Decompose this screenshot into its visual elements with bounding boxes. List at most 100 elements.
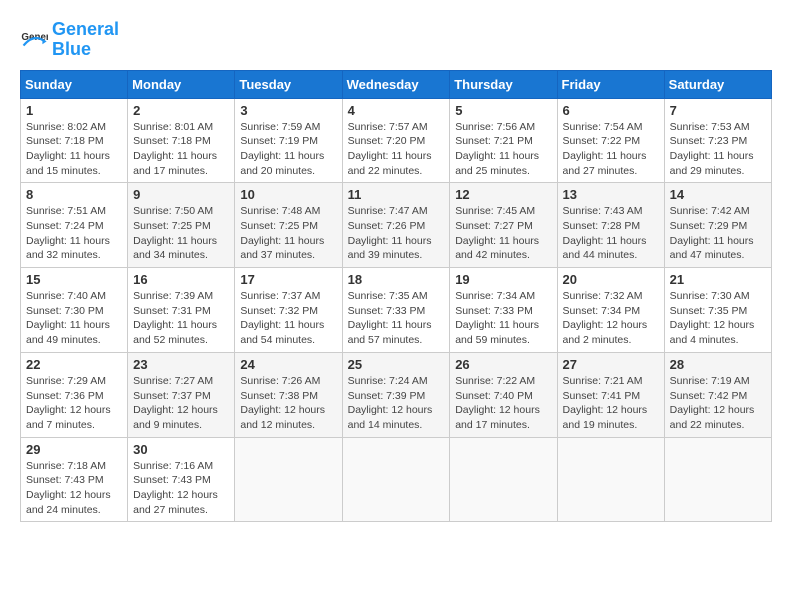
calendar-cell: 28 Sunrise: 7:19 AMSunset: 7:42 PMDaylig… — [664, 352, 771, 437]
day-number: 23 — [133, 357, 229, 372]
day-info: Sunrise: 7:53 AMSunset: 7:23 PMDaylight:… — [670, 120, 766, 179]
calendar-cell — [235, 437, 342, 522]
day-info: Sunrise: 7:32 AMSunset: 7:34 PMDaylight:… — [563, 289, 659, 348]
day-info: Sunrise: 7:16 AMSunset: 7:43 PMDaylight:… — [133, 459, 229, 518]
day-number: 24 — [240, 357, 336, 372]
day-number: 14 — [670, 187, 766, 202]
calendar-cell: 13 Sunrise: 7:43 AMSunset: 7:28 PMDaylig… — [557, 183, 664, 268]
day-number: 15 — [26, 272, 122, 287]
day-number: 4 — [348, 103, 445, 118]
calendar-cell: 4 Sunrise: 7:57 AMSunset: 7:20 PMDayligh… — [342, 98, 450, 183]
day-info: Sunrise: 8:01 AMSunset: 7:18 PMDaylight:… — [133, 120, 229, 179]
day-header-wednesday: Wednesday — [342, 70, 450, 98]
day-info: Sunrise: 7:40 AMSunset: 7:30 PMDaylight:… — [26, 289, 122, 348]
day-info: Sunrise: 7:51 AMSunset: 7:24 PMDaylight:… — [26, 204, 122, 263]
calendar-cell: 7 Sunrise: 7:53 AMSunset: 7:23 PMDayligh… — [664, 98, 771, 183]
calendar-cell: 14 Sunrise: 7:42 AMSunset: 7:29 PMDaylig… — [664, 183, 771, 268]
calendar-cell: 16 Sunrise: 7:39 AMSunset: 7:31 PMDaylig… — [128, 268, 235, 353]
calendar-cell: 18 Sunrise: 7:35 AMSunset: 7:33 PMDaylig… — [342, 268, 450, 353]
logo-icon: General — [20, 26, 48, 54]
day-number: 30 — [133, 442, 229, 457]
week-row-2: 8 Sunrise: 7:51 AMSunset: 7:24 PMDayligh… — [21, 183, 772, 268]
calendar-cell: 26 Sunrise: 7:22 AMSunset: 7:40 PMDaylig… — [450, 352, 557, 437]
calendar-cell: 2 Sunrise: 8:01 AMSunset: 7:18 PMDayligh… — [128, 98, 235, 183]
day-number: 8 — [26, 187, 122, 202]
day-number: 2 — [133, 103, 229, 118]
calendar-cell: 24 Sunrise: 7:26 AMSunset: 7:38 PMDaylig… — [235, 352, 342, 437]
calendar-cell: 6 Sunrise: 7:54 AMSunset: 7:22 PMDayligh… — [557, 98, 664, 183]
week-row-3: 15 Sunrise: 7:40 AMSunset: 7:30 PMDaylig… — [21, 268, 772, 353]
day-info: Sunrise: 7:54 AMSunset: 7:22 PMDaylight:… — [563, 120, 659, 179]
calendar-cell: 11 Sunrise: 7:47 AMSunset: 7:26 PMDaylig… — [342, 183, 450, 268]
calendar-cell — [664, 437, 771, 522]
day-number: 21 — [670, 272, 766, 287]
day-number: 9 — [133, 187, 229, 202]
calendar-cell: 5 Sunrise: 7:56 AMSunset: 7:21 PMDayligh… — [450, 98, 557, 183]
day-info: Sunrise: 7:35 AMSunset: 7:33 PMDaylight:… — [348, 289, 445, 348]
calendar-cell: 22 Sunrise: 7:29 AMSunset: 7:36 PMDaylig… — [21, 352, 128, 437]
day-number: 27 — [563, 357, 659, 372]
calendar-cell: 10 Sunrise: 7:48 AMSunset: 7:25 PMDaylig… — [235, 183, 342, 268]
calendar-cell: 27 Sunrise: 7:21 AMSunset: 7:41 PMDaylig… — [557, 352, 664, 437]
day-number: 29 — [26, 442, 122, 457]
calendar-cell: 19 Sunrise: 7:34 AMSunset: 7:33 PMDaylig… — [450, 268, 557, 353]
day-header-sunday: Sunday — [21, 70, 128, 98]
day-of-week-row: SundayMondayTuesdayWednesdayThursdayFrid… — [21, 70, 772, 98]
day-number: 13 — [563, 187, 659, 202]
day-header-monday: Monday — [128, 70, 235, 98]
day-header-thursday: Thursday — [450, 70, 557, 98]
calendar-cell: 21 Sunrise: 7:30 AMSunset: 7:35 PMDaylig… — [664, 268, 771, 353]
page-header: General GeneralBlue — [20, 20, 772, 60]
day-header-friday: Friday — [557, 70, 664, 98]
calendar-cell — [450, 437, 557, 522]
day-number: 10 — [240, 187, 336, 202]
week-row-4: 22 Sunrise: 7:29 AMSunset: 7:36 PMDaylig… — [21, 352, 772, 437]
day-number: 17 — [240, 272, 336, 287]
day-info: Sunrise: 7:24 AMSunset: 7:39 PMDaylight:… — [348, 374, 445, 433]
day-number: 5 — [455, 103, 551, 118]
calendar-cell: 20 Sunrise: 7:32 AMSunset: 7:34 PMDaylig… — [557, 268, 664, 353]
day-info: Sunrise: 7:45 AMSunset: 7:27 PMDaylight:… — [455, 204, 551, 263]
calendar-cell: 12 Sunrise: 7:45 AMSunset: 7:27 PMDaylig… — [450, 183, 557, 268]
day-info: Sunrise: 7:42 AMSunset: 7:29 PMDaylight:… — [670, 204, 766, 263]
day-header-tuesday: Tuesday — [235, 70, 342, 98]
calendar-cell — [557, 437, 664, 522]
day-info: Sunrise: 7:43 AMSunset: 7:28 PMDaylight:… — [563, 204, 659, 263]
day-info: Sunrise: 7:47 AMSunset: 7:26 PMDaylight:… — [348, 204, 445, 263]
week-row-5: 29 Sunrise: 7:18 AMSunset: 7:43 PMDaylig… — [21, 437, 772, 522]
day-info: Sunrise: 7:27 AMSunset: 7:37 PMDaylight:… — [133, 374, 229, 433]
calendar-cell: 25 Sunrise: 7:24 AMSunset: 7:39 PMDaylig… — [342, 352, 450, 437]
week-row-1: 1 Sunrise: 8:02 AMSunset: 7:18 PMDayligh… — [21, 98, 772, 183]
day-info: Sunrise: 7:57 AMSunset: 7:20 PMDaylight:… — [348, 120, 445, 179]
day-info: Sunrise: 7:37 AMSunset: 7:32 PMDaylight:… — [240, 289, 336, 348]
day-number: 28 — [670, 357, 766, 372]
day-info: Sunrise: 7:22 AMSunset: 7:40 PMDaylight:… — [455, 374, 551, 433]
day-info: Sunrise: 7:48 AMSunset: 7:25 PMDaylight:… — [240, 204, 336, 263]
day-number: 3 — [240, 103, 336, 118]
day-number: 19 — [455, 272, 551, 287]
day-number: 12 — [455, 187, 551, 202]
day-header-saturday: Saturday — [664, 70, 771, 98]
day-info: Sunrise: 7:18 AMSunset: 7:43 PMDaylight:… — [26, 459, 122, 518]
day-number: 7 — [670, 103, 766, 118]
day-info: Sunrise: 7:19 AMSunset: 7:42 PMDaylight:… — [670, 374, 766, 433]
day-number: 11 — [348, 187, 445, 202]
day-info: Sunrise: 7:50 AMSunset: 7:25 PMDaylight:… — [133, 204, 229, 263]
day-info: Sunrise: 7:29 AMSunset: 7:36 PMDaylight:… — [26, 374, 122, 433]
logo-text: GeneralBlue — [52, 20, 119, 60]
day-info: Sunrise: 7:26 AMSunset: 7:38 PMDaylight:… — [240, 374, 336, 433]
day-info: Sunrise: 7:30 AMSunset: 7:35 PMDaylight:… — [670, 289, 766, 348]
calendar-body: 1 Sunrise: 8:02 AMSunset: 7:18 PMDayligh… — [21, 98, 772, 522]
calendar-table: SundayMondayTuesdayWednesdayThursdayFrid… — [20, 70, 772, 523]
day-info: Sunrise: 7:59 AMSunset: 7:19 PMDaylight:… — [240, 120, 336, 179]
day-number: 6 — [563, 103, 659, 118]
calendar-cell: 9 Sunrise: 7:50 AMSunset: 7:25 PMDayligh… — [128, 183, 235, 268]
day-info: Sunrise: 7:56 AMSunset: 7:21 PMDaylight:… — [455, 120, 551, 179]
day-number: 18 — [348, 272, 445, 287]
day-number: 25 — [348, 357, 445, 372]
calendar-cell: 1 Sunrise: 8:02 AMSunset: 7:18 PMDayligh… — [21, 98, 128, 183]
day-number: 26 — [455, 357, 551, 372]
day-number: 1 — [26, 103, 122, 118]
day-number: 22 — [26, 357, 122, 372]
calendar-cell: 30 Sunrise: 7:16 AMSunset: 7:43 PMDaylig… — [128, 437, 235, 522]
